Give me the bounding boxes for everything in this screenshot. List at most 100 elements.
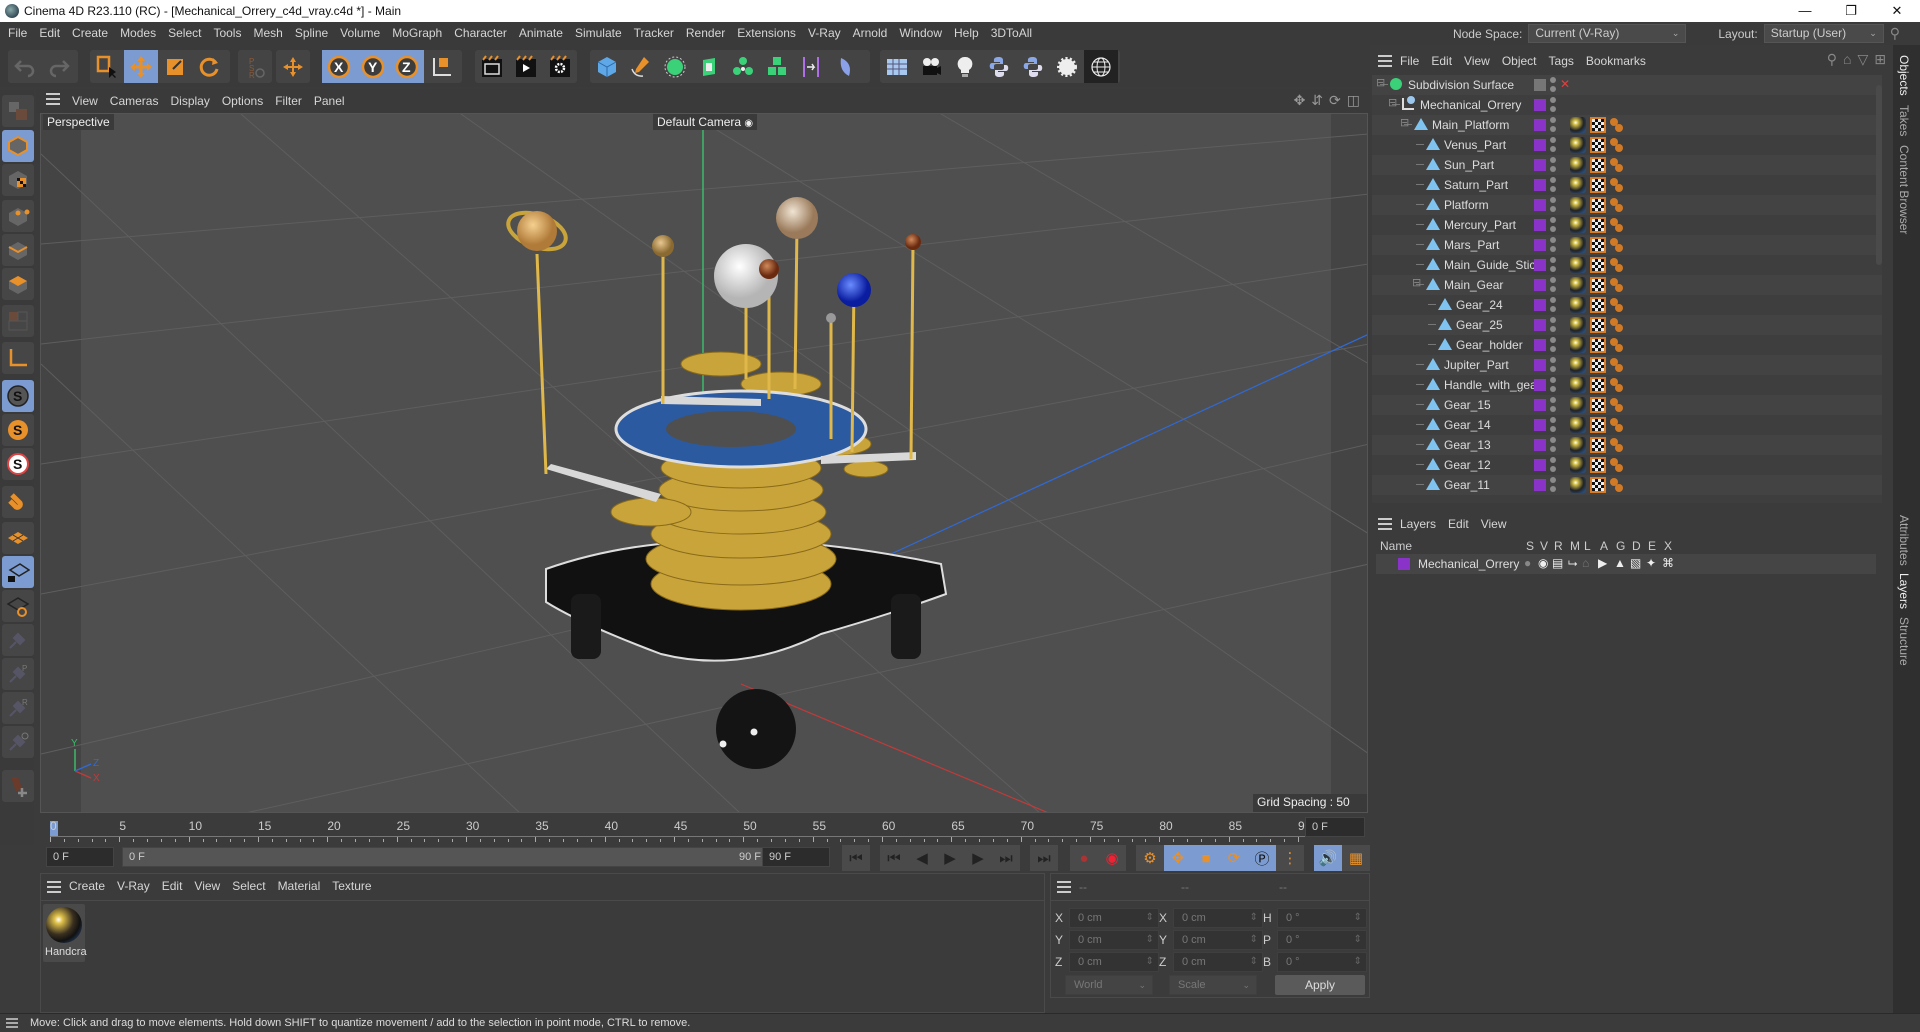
- object-name[interactable]: Sun_Part: [1444, 158, 1494, 172]
- coord-input-0-0[interactable]: 0 cm ⇕: [1069, 908, 1159, 928]
- object-menu-icon[interactable]: [1378, 55, 1392, 67]
- object-row-jupiter-part[interactable]: Jupiter_Part: [1372, 355, 1882, 375]
- gear-burst-button[interactable]: [1050, 50, 1084, 83]
- filter-icon[interactable]: ▽: [1857, 51, 1868, 68]
- make-editable-button[interactable]: [2, 95, 34, 127]
- uvw-tag-icon[interactable]: [1590, 277, 1606, 293]
- menu-tools[interactable]: Tools: [207, 22, 247, 45]
- rotate-view-icon[interactable]: ⟳: [1329, 92, 1341, 109]
- pin-r-button[interactable]: R: [2, 692, 34, 724]
- material-menu-edit[interactable]: Edit: [156, 874, 189, 898]
- coordinate-mode-select[interactable]: World ⌄: [1065, 975, 1153, 995]
- new-window-icon[interactable]: ⊞: [1874, 51, 1886, 68]
- object-row-gear-11[interactable]: Gear_11: [1372, 475, 1882, 495]
- object-row-gear-25[interactable]: Gear_25: [1372, 315, 1882, 335]
- uvw-tag-icon[interactable]: [1590, 157, 1606, 173]
- material-tag-icon[interactable]: [1570, 257, 1586, 273]
- add-joint-button[interactable]: [2, 770, 34, 802]
- uvw-tag-icon[interactable]: [1590, 357, 1606, 373]
- visibility-dots-icon[interactable]: [1550, 417, 1556, 433]
- tab-takes[interactable]: Takes: [1897, 105, 1911, 136]
- visibility-dots-icon[interactable]: [1550, 257, 1556, 273]
- layer-name[interactable]: Mechanical_Orrery: [1418, 557, 1519, 571]
- y-axis-lock-button[interactable]: Y: [356, 50, 390, 83]
- edges-mode-button[interactable]: [2, 234, 34, 266]
- floor-button[interactable]: [880, 50, 914, 83]
- visibility-dots-icon[interactable]: [1550, 297, 1556, 313]
- material-tag-icon[interactable]: [1570, 417, 1586, 433]
- layer-column-r[interactable]: R: [1554, 539, 1563, 553]
- menu-help[interactable]: Help: [948, 22, 985, 45]
- pin-target-button[interactable]: [2, 726, 34, 758]
- layer-color-swatch[interactable]: [1534, 299, 1546, 311]
- layer-menu-edit[interactable]: Edit: [1442, 512, 1475, 536]
- uvw-tag-icon[interactable]: [1590, 377, 1606, 393]
- uvw-tag-icon[interactable]: [1590, 117, 1606, 133]
- material-tag-icon[interactable]: [1570, 277, 1586, 293]
- go-to-end-button[interactable]: ⏭: [1030, 845, 1058, 871]
- visibility-dots-icon[interactable]: [1550, 177, 1556, 193]
- start-frame-field[interactable]: 0 F: [46, 847, 114, 867]
- object-row-gear-24[interactable]: Gear_24: [1372, 295, 1882, 315]
- tab-layers[interactable]: Layers: [1897, 573, 1911, 609]
- layer-menu-icon[interactable]: [1378, 518, 1392, 530]
- coord-input-0-1[interactable]: 0 cm ⇕: [1069, 930, 1159, 950]
- undo-button[interactable]: [8, 50, 42, 83]
- x-axis-lock-button[interactable]: X: [322, 50, 356, 83]
- material-tag-icon[interactable]: [1570, 117, 1586, 133]
- material-tag-icon[interactable]: [1570, 397, 1586, 413]
- layer-color-swatch[interactable]: [1534, 459, 1546, 471]
- layer-color-swatch[interactable]: [1534, 139, 1546, 151]
- material-menu-texture[interactable]: Texture: [326, 874, 377, 898]
- menu-modes[interactable]: Modes: [114, 22, 162, 45]
- material-tag-icon[interactable]: [1570, 297, 1586, 313]
- model-mode-button[interactable]: [2, 130, 34, 162]
- layer-color-swatch[interactable]: [1534, 259, 1546, 271]
- menu-3dtoall[interactable]: 3DToAll: [985, 22, 1038, 45]
- scale-tool-button[interactable]: [158, 50, 192, 83]
- coordinate-system-button[interactable]: [424, 50, 458, 83]
- layer-color-swatch[interactable]: [1534, 399, 1546, 411]
- minimize-button[interactable]: —: [1782, 0, 1828, 22]
- viewport-menu-filter[interactable]: Filter: [269, 89, 308, 113]
- layer-column-s[interactable]: S: [1526, 539, 1534, 553]
- material-tag-icon[interactable]: [1570, 337, 1586, 353]
- mograph-button[interactable]: [760, 50, 794, 83]
- object-menu-edit[interactable]: Edit: [1425, 49, 1458, 73]
- camera-label[interactable]: Default Camera ◉: [653, 114, 758, 130]
- keyframe-selection-button[interactable]: ⚙: [1136, 845, 1164, 871]
- layer-color-swatch[interactable]: [1534, 359, 1546, 371]
- layer-color-swatch[interactable]: [1534, 419, 1546, 431]
- menu-edit[interactable]: Edit: [33, 22, 66, 45]
- object-name[interactable]: Gear_13: [1444, 438, 1491, 452]
- uvw-tag-icon[interactable]: [1590, 177, 1606, 193]
- viewport-menu-display[interactable]: Display: [164, 89, 215, 113]
- subdivision-button[interactable]: [658, 50, 692, 83]
- object-row-venus-part[interactable]: Venus_Part: [1372, 135, 1882, 155]
- layer-color-swatch[interactable]: [1534, 379, 1546, 391]
- deformer-button[interactable]: [828, 50, 862, 83]
- object-menu-tags[interactable]: Tags: [1543, 49, 1580, 73]
- cube-button[interactable]: [590, 50, 624, 83]
- object-row-mechanical-orrery[interactable]: ⊟ Mechanical_Orrery: [1372, 95, 1882, 115]
- layer-menu-view[interactable]: View: [1475, 512, 1513, 536]
- layer-color-swatch[interactable]: [1534, 159, 1546, 171]
- material-tag-icon[interactable]: [1570, 377, 1586, 393]
- object-row-gear-13[interactable]: Gear_13: [1372, 435, 1882, 455]
- coord-input-0-2[interactable]: 0 cm ⇕: [1069, 952, 1159, 972]
- layer-color-swatch[interactable]: [1534, 319, 1546, 331]
- uvw-tag-icon[interactable]: [1590, 457, 1606, 473]
- collapse-toggle-icon[interactable]: ⊟: [1412, 276, 1421, 289]
- tab-structure[interactable]: Structure: [1897, 617, 1911, 666]
- polygons-mode-button[interactable]: [2, 268, 34, 300]
- menu-spline[interactable]: Spline: [289, 22, 334, 45]
- python-button[interactable]: [982, 50, 1016, 83]
- menu-v-ray[interactable]: V-Ray: [802, 22, 847, 45]
- visibility-dots-icon[interactable]: [1550, 477, 1556, 493]
- solo-icon[interactable]: ●: [1524, 556, 1531, 570]
- prev-frame-button[interactable]: ◀: [908, 845, 936, 871]
- visibility-dots-icon[interactable]: [1550, 437, 1556, 453]
- viewport-menu-icon[interactable]: [46, 93, 60, 105]
- material-menu-select[interactable]: Select: [226, 874, 271, 898]
- workplane-button[interactable]: [2, 522, 34, 554]
